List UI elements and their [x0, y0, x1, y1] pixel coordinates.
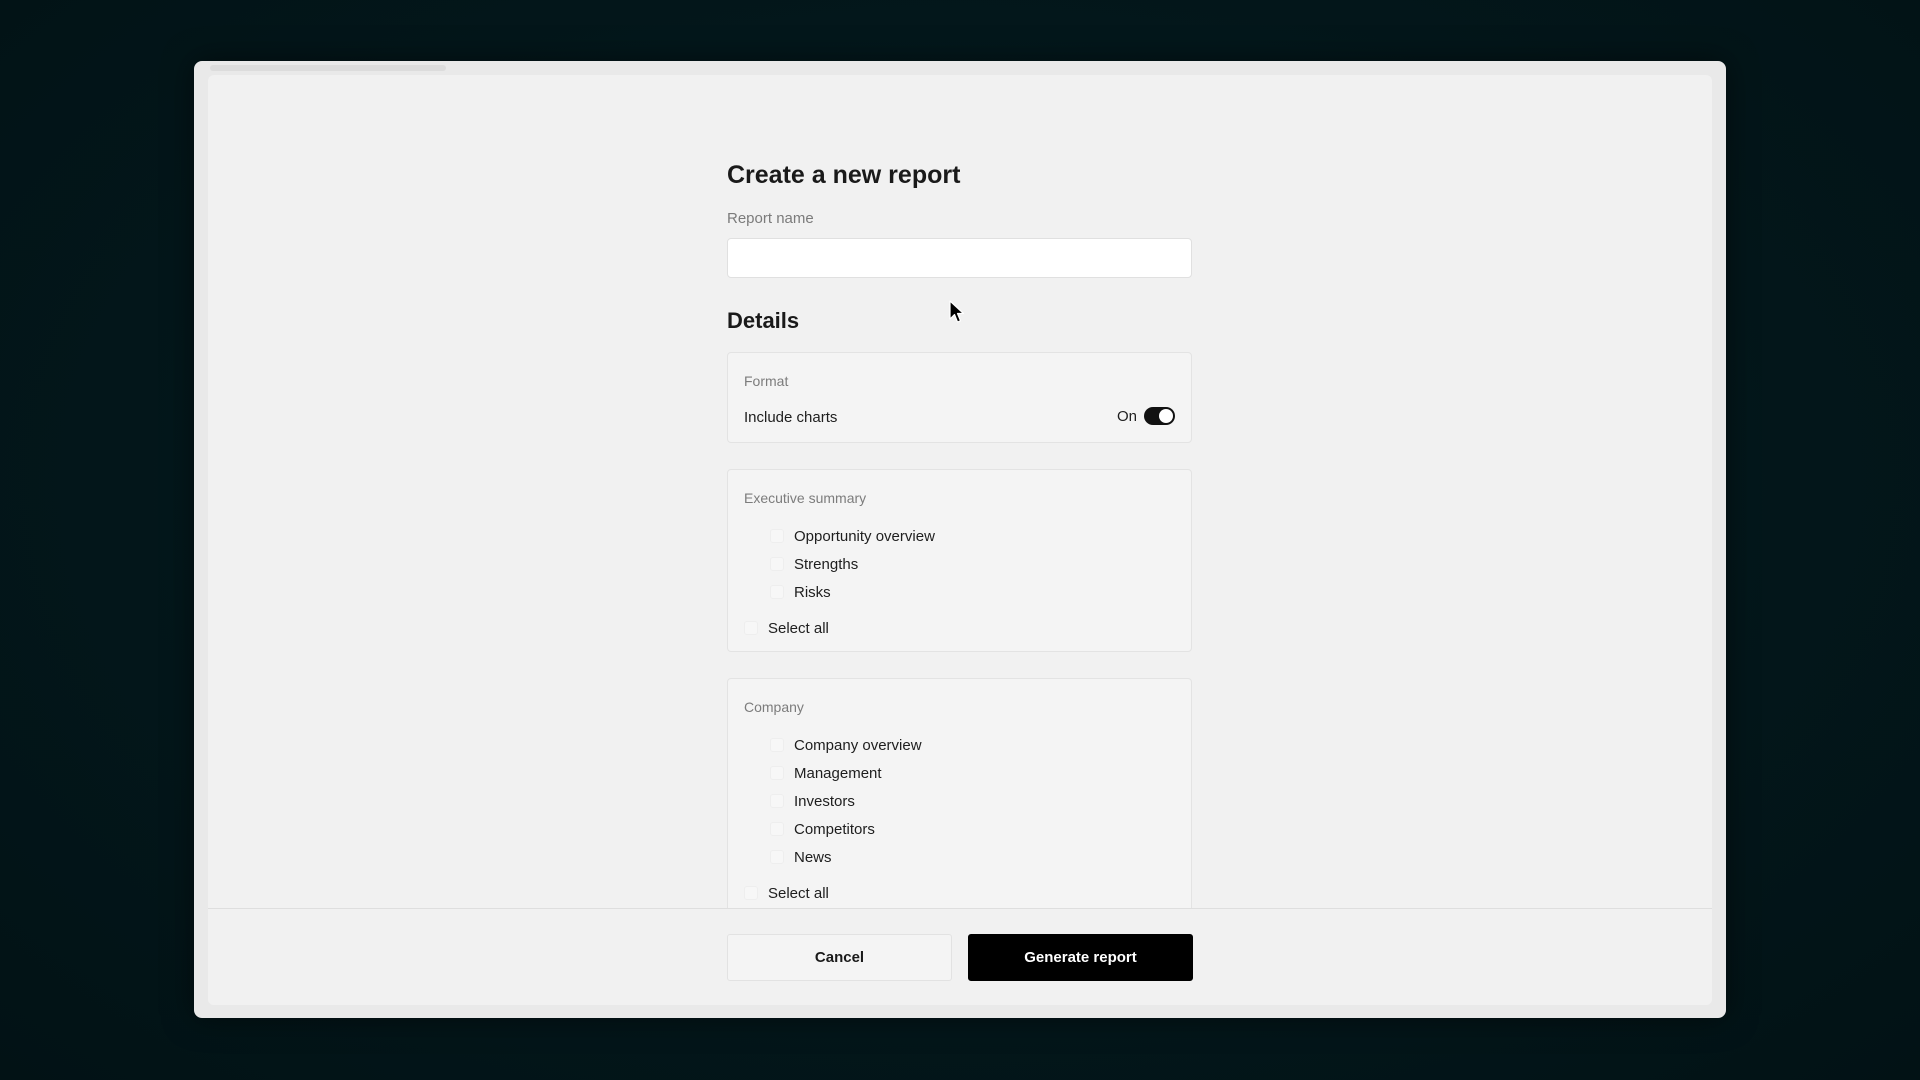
- mouse-pointer-icon: [949, 300, 965, 323]
- company-card: Company Company overview Management Inve…: [727, 678, 1192, 908]
- report-name-label: Report name: [727, 210, 814, 227]
- checkbox-row-opportunity-overview[interactable]: Opportunity overview: [770, 526, 935, 546]
- format-card-title: Format: [744, 373, 789, 389]
- checkbox[interactable]: [770, 766, 784, 780]
- checkbox[interactable]: [770, 822, 784, 836]
- toggle-knob: [1159, 409, 1173, 423]
- create-report-panel: Create a new report Report name Details …: [208, 75, 1712, 1005]
- include-charts-label: Include charts: [744, 409, 838, 426]
- company-card-title: Company: [744, 699, 804, 715]
- checkbox-row-company-overview[interactable]: Company overview: [770, 735, 922, 755]
- checkbox-row-management[interactable]: Management: [770, 763, 882, 783]
- select-all-label: Select all: [768, 884, 829, 902]
- executive-summary-card: Executive summary Opportunity overview S…: [727, 469, 1192, 652]
- select-all-executive-summary[interactable]: Select all: [744, 618, 829, 638]
- checkbox[interactable]: [770, 850, 784, 864]
- window-top-bar: [210, 65, 446, 71]
- checkbox-row-strengths[interactable]: Strengths: [770, 554, 858, 574]
- checkbox-row-news[interactable]: News: [770, 847, 832, 867]
- checkbox[interactable]: [770, 529, 784, 543]
- checkbox-label: Risks: [794, 583, 831, 601]
- checkbox-label: Opportunity overview: [794, 527, 935, 545]
- checkbox[interactable]: [770, 585, 784, 599]
- select-all-label: Select all: [768, 619, 829, 637]
- checkbox-label: Management: [794, 764, 882, 782]
- checkbox-row-risks[interactable]: Risks: [770, 582, 831, 602]
- checkbox[interactable]: [744, 886, 758, 900]
- form-footer: Cancel Generate report: [208, 908, 1712, 1005]
- form-scroll-area[interactable]: Create a new report Report name Details …: [208, 75, 1712, 908]
- page-title: Create a new report: [727, 161, 961, 189]
- checkbox-label: News: [794, 848, 832, 866]
- select-all-company[interactable]: Select all: [744, 883, 829, 903]
- checkbox[interactable]: [770, 738, 784, 752]
- include-charts-toggle[interactable]: [1144, 407, 1175, 425]
- checkbox-label: Strengths: [794, 555, 859, 573]
- cancel-button[interactable]: Cancel: [727, 934, 952, 981]
- generate-report-button[interactable]: Generate report: [968, 934, 1193, 981]
- executive-summary-title: Executive summary: [744, 490, 867, 506]
- checkbox[interactable]: [770, 557, 784, 571]
- details-heading: Details: [727, 308, 800, 333]
- report-window: Create a new report Report name Details …: [194, 61, 1726, 1018]
- checkbox-label: Company overview: [794, 736, 922, 754]
- format-card: Format Include charts On: [727, 352, 1192, 443]
- checkbox-label: Investors: [794, 792, 855, 810]
- checkbox-row-investors[interactable]: Investors: [770, 791, 855, 811]
- checkbox[interactable]: [770, 794, 784, 808]
- toggle-state-label: On: [1116, 408, 1137, 425]
- checkbox[interactable]: [744, 621, 758, 635]
- checkbox-label: Competitors: [794, 820, 875, 838]
- checkbox-row-competitors[interactable]: Competitors: [770, 819, 875, 839]
- report-name-input[interactable]: [727, 238, 1192, 278]
